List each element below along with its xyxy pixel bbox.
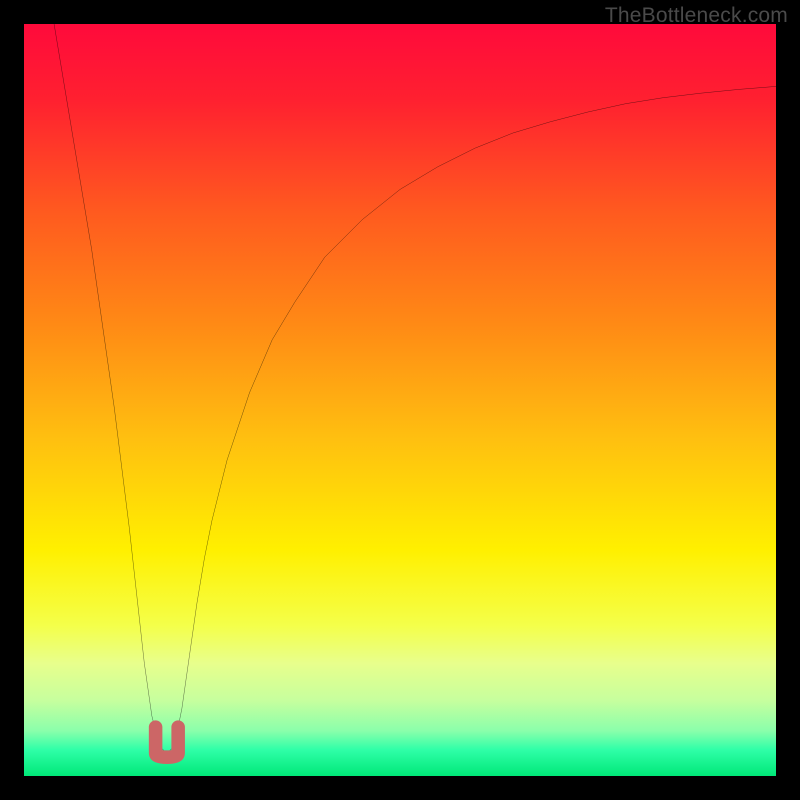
chart-frame: TheBottleneck.com (0, 0, 800, 800)
watermark-text: TheBottleneck.com (605, 4, 788, 28)
bottleneck-curve (24, 24, 776, 776)
plot-area (24, 24, 776, 776)
